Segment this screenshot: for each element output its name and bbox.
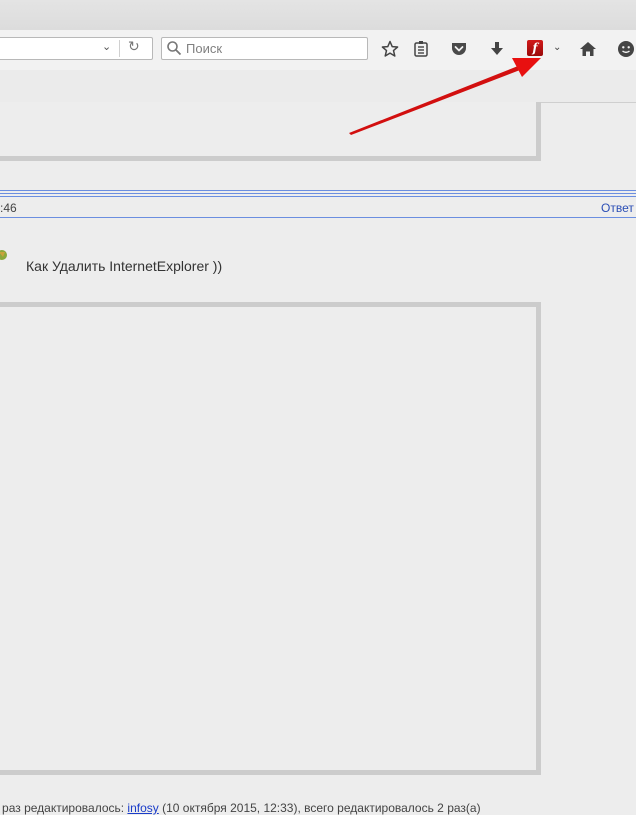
quote-frame-top [0, 102, 541, 161]
post-separator-line [0, 190, 636, 191]
image-frame [0, 302, 541, 775]
post-separator-line [0, 217, 636, 218]
flash-plugin-icon[interactable]: f [527, 40, 543, 56]
reply-link[interactable]: Ответ [601, 201, 634, 215]
editor-profile-link[interactable]: infosy [127, 801, 158, 815]
reload-icon[interactable]: ↻ [128, 39, 140, 55]
flash-plugin-dropdown-icon[interactable]: ⌄ [553, 42, 561, 53]
search-placeholder: Поиск [186, 41, 223, 56]
search-icon [166, 40, 182, 56]
user-avatar-icon [0, 247, 8, 261]
window-titlebar [0, 0, 636, 31]
post-separator-line [0, 196, 636, 197]
edit-note: й раз редактировалось: infosy (10 октябр… [0, 801, 481, 815]
post-separator-line [0, 193, 636, 194]
smiley-icon[interactable] [615, 38, 636, 60]
downloads-icon[interactable] [486, 38, 508, 60]
url-bar-divider [119, 40, 120, 57]
home-icon[interactable] [577, 38, 599, 60]
pocket-icon[interactable] [448, 38, 470, 60]
edit-note-suffix: (10 октября 2015, 12:33), всего редактир… [158, 801, 481, 815]
post-message: Как Удалить InternetExplorer )) [26, 258, 223, 274]
post-timestamp: :46 [0, 201, 17, 215]
bookmark-star-icon[interactable] [379, 38, 401, 60]
bookmarks-menu-icon[interactable] [410, 38, 432, 60]
bookmarks-toolbar [0, 70, 636, 103]
url-history-dropdown-icon[interactable]: ⌄ [102, 40, 111, 53]
edit-note-prefix: й раз редактировалось: [0, 801, 128, 815]
